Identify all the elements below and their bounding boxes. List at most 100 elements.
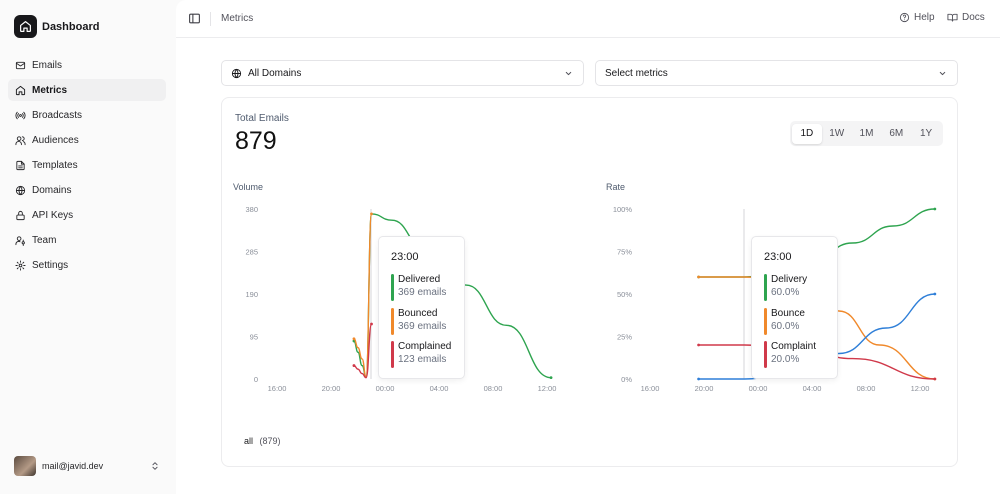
tooltip-row-value: 123 emails (398, 354, 447, 365)
x-tick-label: 20:00 (695, 384, 714, 393)
home-icon (14, 15, 37, 38)
sidebar-item-api-keys[interactable]: API Keys (8, 204, 166, 226)
chevron-down-icon (565, 71, 572, 76)
tooltip-row-complained: Complained 123 emails (391, 340, 451, 368)
chevron-down-icon (939, 71, 946, 76)
sidebar-item-label: Broadcasts (32, 109, 83, 121)
series-point-bounce (697, 275, 700, 279)
domain-select-value: All Domains (248, 67, 302, 79)
avatar (14, 456, 36, 476)
series-point-delivered (549, 376, 553, 380)
metrics-card: Total Emails 879 1D 1W 1M 6M 1Y Volume R… (221, 97, 958, 467)
sidebar-item-metrics[interactable]: Metrics (8, 79, 166, 101)
globe-icon (15, 185, 26, 195)
tooltip-row-value: 60.0% (771, 287, 800, 298)
y-tick-label: 285 (245, 248, 258, 257)
y-tick-label: 50% (617, 290, 632, 299)
help-label: Help (914, 12, 935, 23)
complained-swatch (391, 341, 394, 368)
tooltip-time: 23:00 (391, 251, 419, 263)
series-point-bounced (352, 337, 356, 341)
sidebar-item-team[interactable]: Team (8, 229, 166, 251)
tooltip-row-name: Delivered (398, 274, 441, 285)
mail-icon (15, 61, 26, 69)
x-tick-label: 08:00 (857, 384, 876, 393)
tooltip-row-name: Complaint (771, 341, 817, 352)
y-tick-label: 0 (254, 375, 258, 384)
tooltip-row-name: Complained (398, 341, 452, 352)
sidebar-item-label: Emails (32, 59, 63, 71)
sidebar-item-label: Settings (32, 259, 69, 271)
tooltip-row-value: 369 emails (398, 287, 447, 298)
legend-all[interactable]: all (879) (244, 436, 281, 446)
domain-select[interactable]: All Domains (221, 60, 584, 86)
sidebar-toggle-icon[interactable] (188, 12, 201, 25)
sidebar-item-label: Team (32, 234, 57, 246)
sidebar-item-label: Metrics (32, 84, 68, 96)
metrics-select[interactable]: Select metrics (595, 60, 958, 86)
range-6m[interactable]: 6M (881, 124, 911, 144)
sidebar-nav: Emails Metrics Broadcasts Audiences Temp… (8, 54, 166, 279)
sidebar-item-domains[interactable]: Domains (8, 179, 166, 201)
series-point-complained (352, 364, 356, 367)
sidebar-item-settings[interactable]: Settings (8, 254, 166, 276)
x-tick-label: 00:00 (749, 384, 768, 393)
series-point-complained (370, 322, 373, 326)
delivery-swatch (764, 274, 767, 301)
tooltip-row-value: 20.0% (771, 354, 800, 365)
metrics-select-placeholder: Select metrics (605, 67, 668, 79)
y-tick-label: 75% (617, 248, 632, 257)
bounced-swatch (391, 308, 394, 335)
complaint-swatch (764, 341, 767, 368)
globe-icon (231, 68, 242, 78)
range-1d[interactable]: 1D (792, 123, 822, 144)
lock-icon (16, 210, 25, 220)
sidebar-item-label: Templates (32, 159, 78, 171)
total-emails-label: Total Emails (235, 113, 289, 124)
x-tick-label: 04:00 (803, 384, 822, 393)
tooltip-row-delivered: Delivered 369 emails (391, 273, 446, 301)
range-1m[interactable]: 1M (852, 124, 882, 144)
sidebar-item-label: Audiences (32, 134, 79, 146)
series-point-bounced (370, 212, 373, 216)
breadcrumb: Metrics (221, 13, 254, 24)
series-point-delivery (933, 207, 937, 211)
y-tick-label: 190 (245, 290, 258, 299)
docs-link[interactable]: Docs (947, 12, 985, 23)
rate-tooltip: 23:00 Delivery 60.0% Bounce 60.0% Compla… (751, 236, 838, 379)
x-tick-label: 08:00 (484, 384, 503, 393)
file-icon (16, 160, 25, 170)
x-tick-label: 16:00 (641, 384, 660, 393)
sidebar-item-templates[interactable]: Templates (8, 154, 166, 176)
sidebar-item-emails[interactable]: Emails (8, 54, 166, 76)
rate-chart-title: Rate (606, 182, 626, 192)
range-1y[interactable]: 1Y (911, 124, 941, 144)
volume-tooltip: 23:00 Delivered 369 emails Bounced 369 e… (378, 236, 465, 379)
main-panel: Metrics Help Docs All Domains Select met… (176, 0, 1000, 494)
user-menu[interactable]: mail@javid.dev (14, 456, 160, 476)
tooltip-row-delivery: Delivery 60.0% (764, 273, 807, 301)
user-key-icon (15, 235, 25, 246)
x-tick-label: 16:00 (268, 384, 287, 393)
sidebar-item-broadcasts[interactable]: Broadcasts (8, 104, 166, 126)
sidebar-item-audiences[interactable]: Audiences (8, 129, 166, 151)
y-tick-label: 25% (617, 333, 632, 342)
help-link[interactable]: Help (899, 12, 935, 23)
y-tick-label: 95 (250, 333, 258, 342)
brand[interactable]: Dashboard (14, 15, 99, 38)
topbar: Metrics Help Docs (176, 0, 1000, 38)
series-point-complaint (697, 343, 700, 347)
legend-label: all (244, 436, 254, 446)
x-tick-label: 00:00 (376, 384, 395, 393)
broadcast-icon (15, 111, 26, 119)
y-tick-label: 0% (621, 375, 632, 384)
range-1w[interactable]: 1W (822, 124, 852, 144)
tooltip-row-value: 369 emails (398, 321, 447, 332)
tooltip-row-complaint: Complaint 20.0% (764, 340, 816, 368)
y-tick-label: 380 (245, 205, 258, 214)
docs-label: Docs (962, 12, 985, 23)
user-email: mail@javid.dev (42, 461, 104, 471)
legend-count: (879) (259, 436, 281, 446)
y-tick-label: 100% (613, 205, 633, 214)
delivered-swatch (391, 274, 394, 301)
